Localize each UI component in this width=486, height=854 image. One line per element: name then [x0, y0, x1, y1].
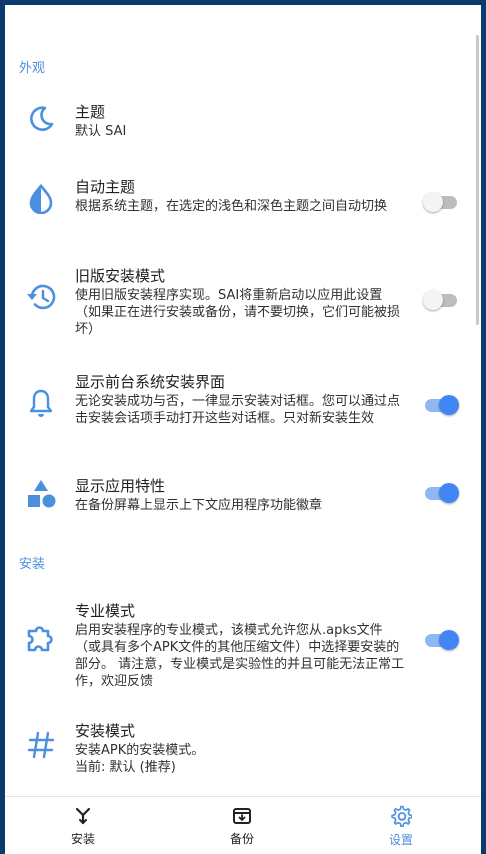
setting-title: 安装模式 [75, 722, 136, 740]
setting-summary: 使用旧版安装程序实现。SAI将重新启动以应用此设置（如果正在进行安装或备份，请不… [75, 288, 401, 337]
setting-title: 主题 [75, 103, 106, 121]
setting-summary: 启用安装程序的专业模式，该模式允许您从.apks文件（或具有多个APK文件的其他… [75, 623, 405, 689]
setting-title: 自动主题 [75, 178, 136, 196]
setting-title: 显示应用特性 [75, 477, 166, 495]
settings-icon [391, 805, 412, 827]
setting-theme[interactable]: 主题 默认 SAI [5, 95, 481, 155]
show-system-installer-toggle[interactable] [423, 394, 461, 416]
auto-theme-toggle[interactable] [423, 191, 461, 213]
setting-legacy-install-mode[interactable]: 旧版安装模式 使用旧版安装程序实现。SAI将重新启动以应用此设置（如果正在进行安… [5, 257, 481, 343]
setting-current-value: 当前: 默认 (推荐) [75, 760, 176, 775]
toggle-thumb [439, 395, 459, 415]
toggle-thumb [423, 192, 443, 212]
setting-title: 专业模式 [75, 602, 136, 620]
settings-screen: 外观 主题 默认 SAI 自动主题 根据系统主题，在选定的浅色和深色主题之间自动… [5, 5, 481, 854]
setting-summary: 根据系统主题，在选定的浅色和深色主题之间自动切换 [75, 199, 388, 214]
toggle-thumb [439, 630, 459, 650]
shapes-icon [23, 476, 59, 512]
water-drop-icon [23, 181, 59, 217]
show-app-features-toggle[interactable] [423, 482, 461, 504]
setting-summary: 在备份屏幕上显示上下文应用程序功能徽章 [75, 498, 323, 513]
install-icon [75, 807, 91, 824]
bottom-navigation: 安装 备份 设置 [5, 796, 481, 854]
puzzle-icon [23, 621, 59, 657]
setting-pro-mode[interactable]: 专业模式 启用安装程序的专业模式，该模式允许您从.apks文件（或具有多个APK… [5, 593, 481, 693]
pro-mode-toggle[interactable] [423, 629, 461, 651]
setting-title: 旧版安装模式 [75, 267, 166, 285]
setting-show-app-features[interactable]: 显示应用特性 在备份屏幕上显示上下文应用程序功能徽章 [5, 468, 481, 528]
setting-summary: 无论安装成功与否，一律显示安装对话框。您可以通过点击安装会话项手动打开这些对话框… [75, 394, 401, 426]
bell-icon [23, 385, 59, 421]
moon-icon [23, 101, 59, 137]
nav-settings-label: 设置 [388, 832, 413, 847]
nav-install[interactable]: 安装 [23, 797, 143, 854]
setting-show-system-installer[interactable]: 显示前台系统安装界面 无论安装成功与否，一律显示安装对话框。您可以通过点击安装会… [5, 363, 481, 449]
history-icon [23, 279, 59, 315]
toggle-thumb [423, 290, 443, 310]
setting-auto-theme[interactable]: 自动主题 根据系统主题，在选定的浅色和深色主题之间自动切换 [5, 167, 481, 237]
hash-icon [23, 727, 59, 763]
setting-title: 显示前台系统安装界面 [75, 373, 226, 391]
setting-summary: 安装APK的安装模式。 [75, 743, 205, 758]
nav-backup[interactable]: 备份 [182, 797, 302, 854]
legacy-install-toggle[interactable] [423, 289, 461, 311]
backup-icon [233, 807, 251, 824]
nav-backup-label: 备份 [229, 831, 254, 846]
setting-install-mode[interactable]: 安装模式 安装APK的安装模式。 当前: 默认 (推荐) [5, 713, 481, 783]
nav-install-label: 安装 [70, 831, 95, 846]
nav-settings[interactable]: 设置 [341, 797, 461, 854]
section-header-install: 安装 [19, 557, 46, 572]
setting-summary: 默认 SAI [75, 124, 127, 139]
toggle-thumb [439, 483, 459, 503]
section-header-appearance: 外观 [19, 61, 46, 76]
